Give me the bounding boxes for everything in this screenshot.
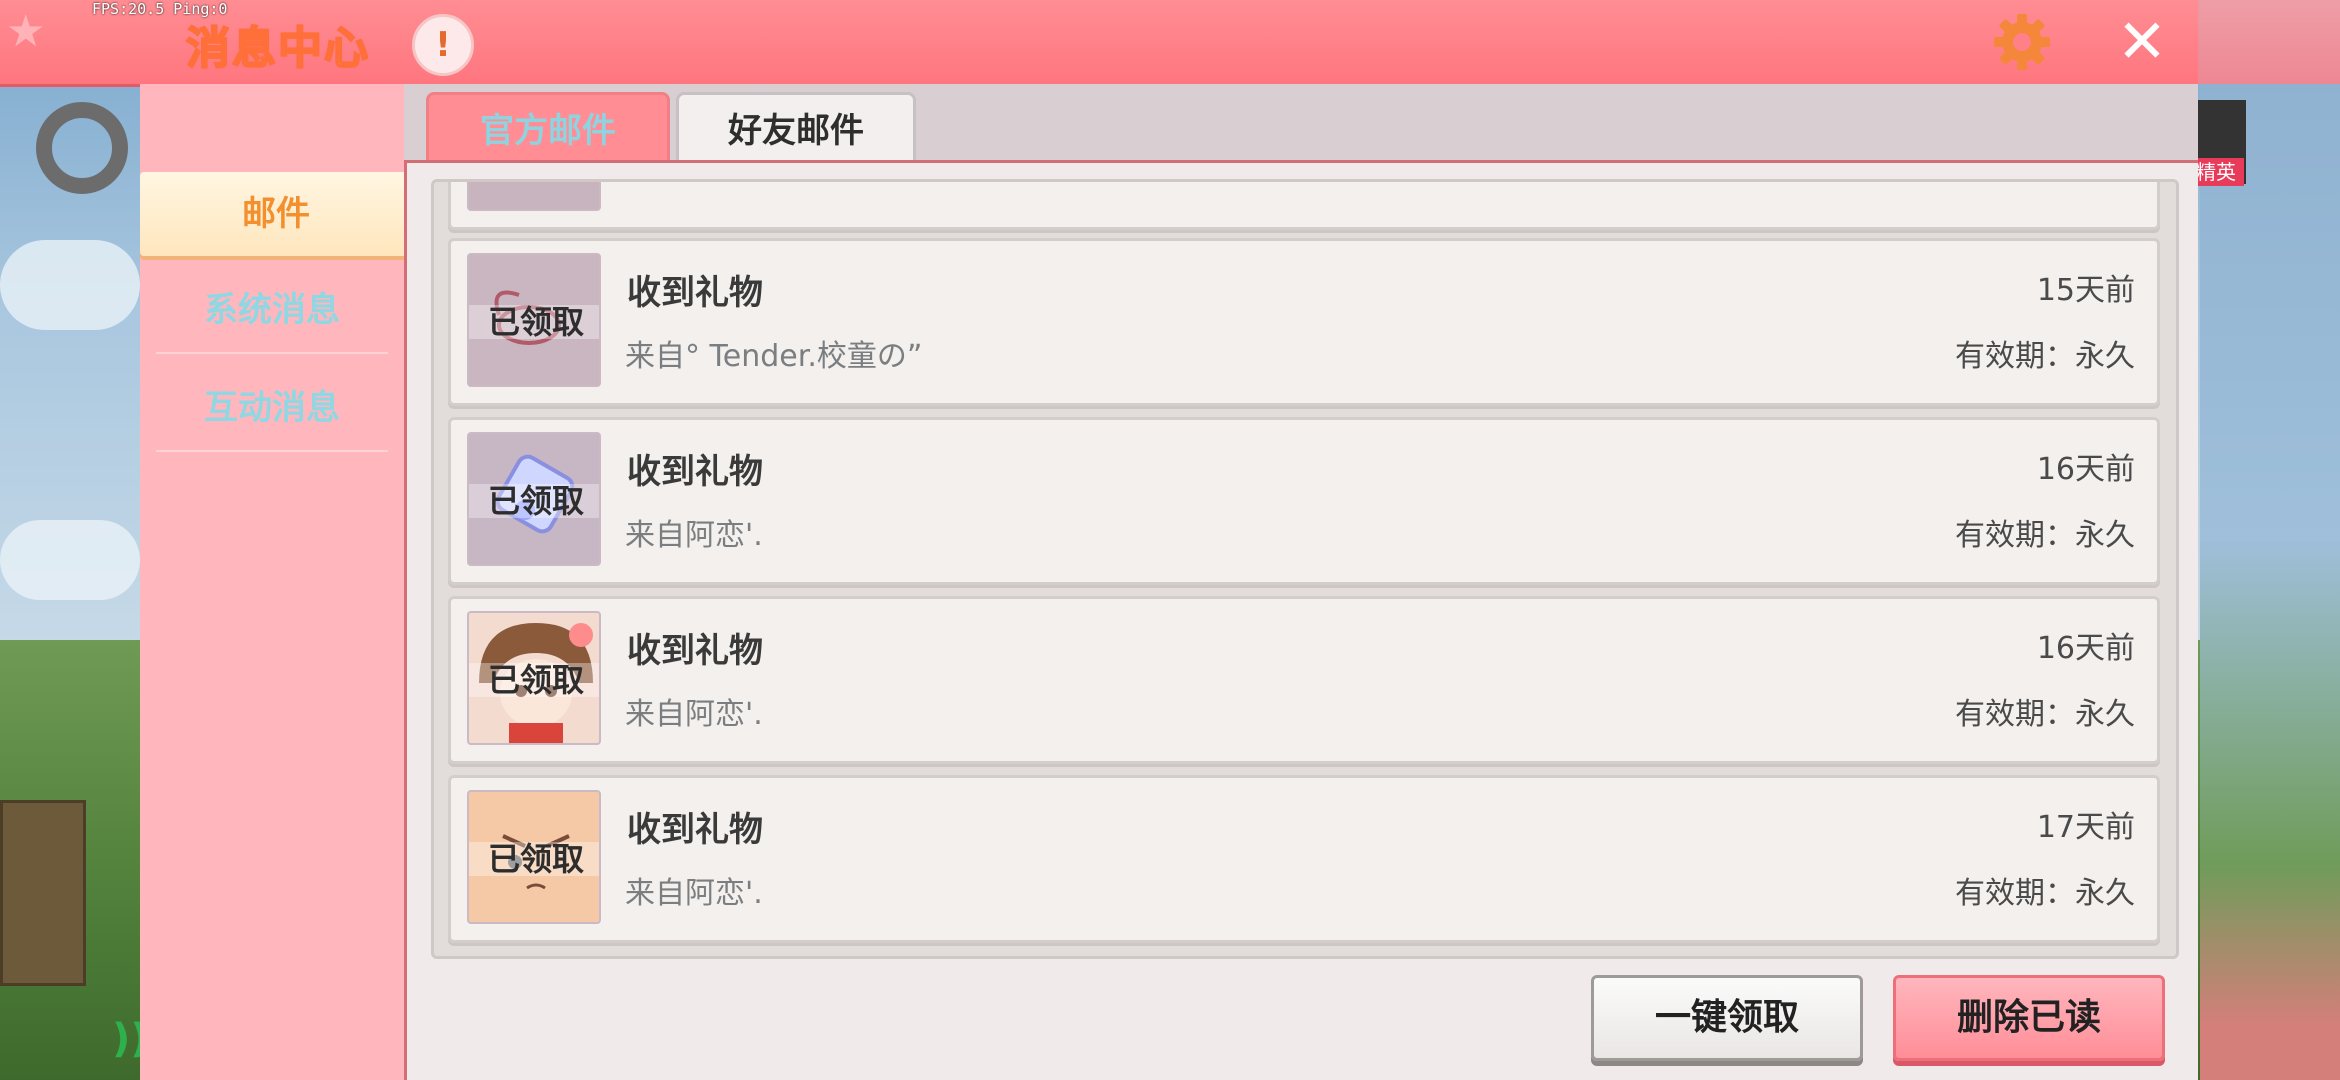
mail-sender: 来自阿恋'. [625, 876, 763, 911]
claimed-status: 已领取 [469, 842, 599, 876]
mail-title: 收到礼物 [627, 810, 763, 850]
mail-row[interactable]: 已领取 收到礼物 来自° Tender.校童の” 15天前 有效期：永久 [448, 238, 2160, 406]
claimed-status: 已领取 [469, 484, 599, 518]
header-extension [2198, 0, 2340, 84]
mail-expiry: 有效期：永久 [1955, 697, 2135, 732]
mail-row-partial[interactable] [448, 182, 2160, 230]
cloud [0, 240, 140, 330]
mail-time: 16天前 [2036, 452, 2135, 487]
fps-readout: FPS:20.5 Ping:0 [92, 0, 228, 18]
sidebar-item-mail[interactable]: 邮件 [140, 172, 412, 256]
mail-time: 17天前 [2036, 810, 2135, 845]
claimed-status: 已领取 [469, 305, 599, 339]
mail-sender: 来自阿恋'. [625, 518, 763, 553]
sidebar: 邮件 系统消息 互动消息 [140, 84, 412, 1080]
mail-title: 收到礼物 [627, 273, 763, 313]
dirt-block [0, 800, 86, 986]
alert-icon[interactable]: ! [412, 14, 474, 76]
claim-all-button[interactable]: 一键领取 [1591, 975, 1863, 1061]
mail-expiry: 有效期：永久 [1955, 876, 2135, 911]
mail-sender: 来自阿恋'. [625, 697, 763, 732]
mail-sender: 来自° Tender.校童の” [625, 339, 923, 374]
header-bar: ★ 消息中心 ! ✕ [0, 0, 2198, 87]
divider [156, 352, 388, 354]
cloud [0, 520, 140, 600]
gift-ribbon-icon: 已领取 [467, 253, 601, 387]
mail-content: 已领取 收到礼物 来自° Tender.校童の” 15天前 有效期：永久 已领取… [404, 160, 2198, 1080]
mail-expiry: 有效期：永久 [1955, 518, 2135, 553]
close-icon[interactable]: ✕ [2112, 12, 2172, 74]
mail-row[interactable]: 已领取 收到礼物 来自阿恋'. 17天前 有效期：永久 [448, 775, 2160, 943]
page-title: 消息中心 [185, 22, 370, 75]
mail-panel: 官方邮件 好友邮件 已领取 收到礼物 来自° Tender.校童の” 15天前 … [404, 84, 2198, 1080]
star-icon: ★ [6, 6, 46, 57]
tab-friend-mail[interactable]: 好友邮件 [676, 92, 916, 164]
mail-time: 15天前 [2036, 273, 2135, 308]
mail-title: 收到礼物 [627, 452, 763, 492]
delete-read-button[interactable]: 删除已读 [1893, 975, 2165, 1061]
anime-girl-avatar: 已领取 [467, 611, 601, 745]
crystal-tile-icon: 已领取 [467, 432, 601, 566]
mail-row[interactable]: 已领取 收到礼物 来自阿恋'. 16天前 有效期：永久 [448, 417, 2160, 585]
gear-icon[interactable] [1990, 10, 2054, 74]
mail-time: 16天前 [2036, 631, 2135, 666]
mail-title: 收到礼物 [627, 631, 763, 671]
joystick-ring-icon[interactable] [36, 102, 128, 194]
sidebar-item-system-messages[interactable]: 系统消息 [140, 268, 404, 352]
tab-official-mail[interactable]: 官方邮件 [426, 92, 670, 164]
sidebar-item-interaction-messages[interactable]: 互动消息 [140, 366, 404, 450]
mail-list[interactable]: 已领取 收到礼物 来自° Tender.校童の” 15天前 有效期：永久 已领取… [431, 179, 2179, 959]
mail-row[interactable]: 已领取 收到礼物 来自阿恋'. 16天前 有效期：永久 [448, 596, 2160, 764]
divider [156, 450, 388, 452]
claimed-status: 已领取 [469, 663, 599, 697]
face-emote-icon: 已领取 [467, 790, 601, 924]
mail-expiry: 有效期：永久 [1955, 339, 2135, 374]
mail-thumbnail [467, 182, 601, 211]
